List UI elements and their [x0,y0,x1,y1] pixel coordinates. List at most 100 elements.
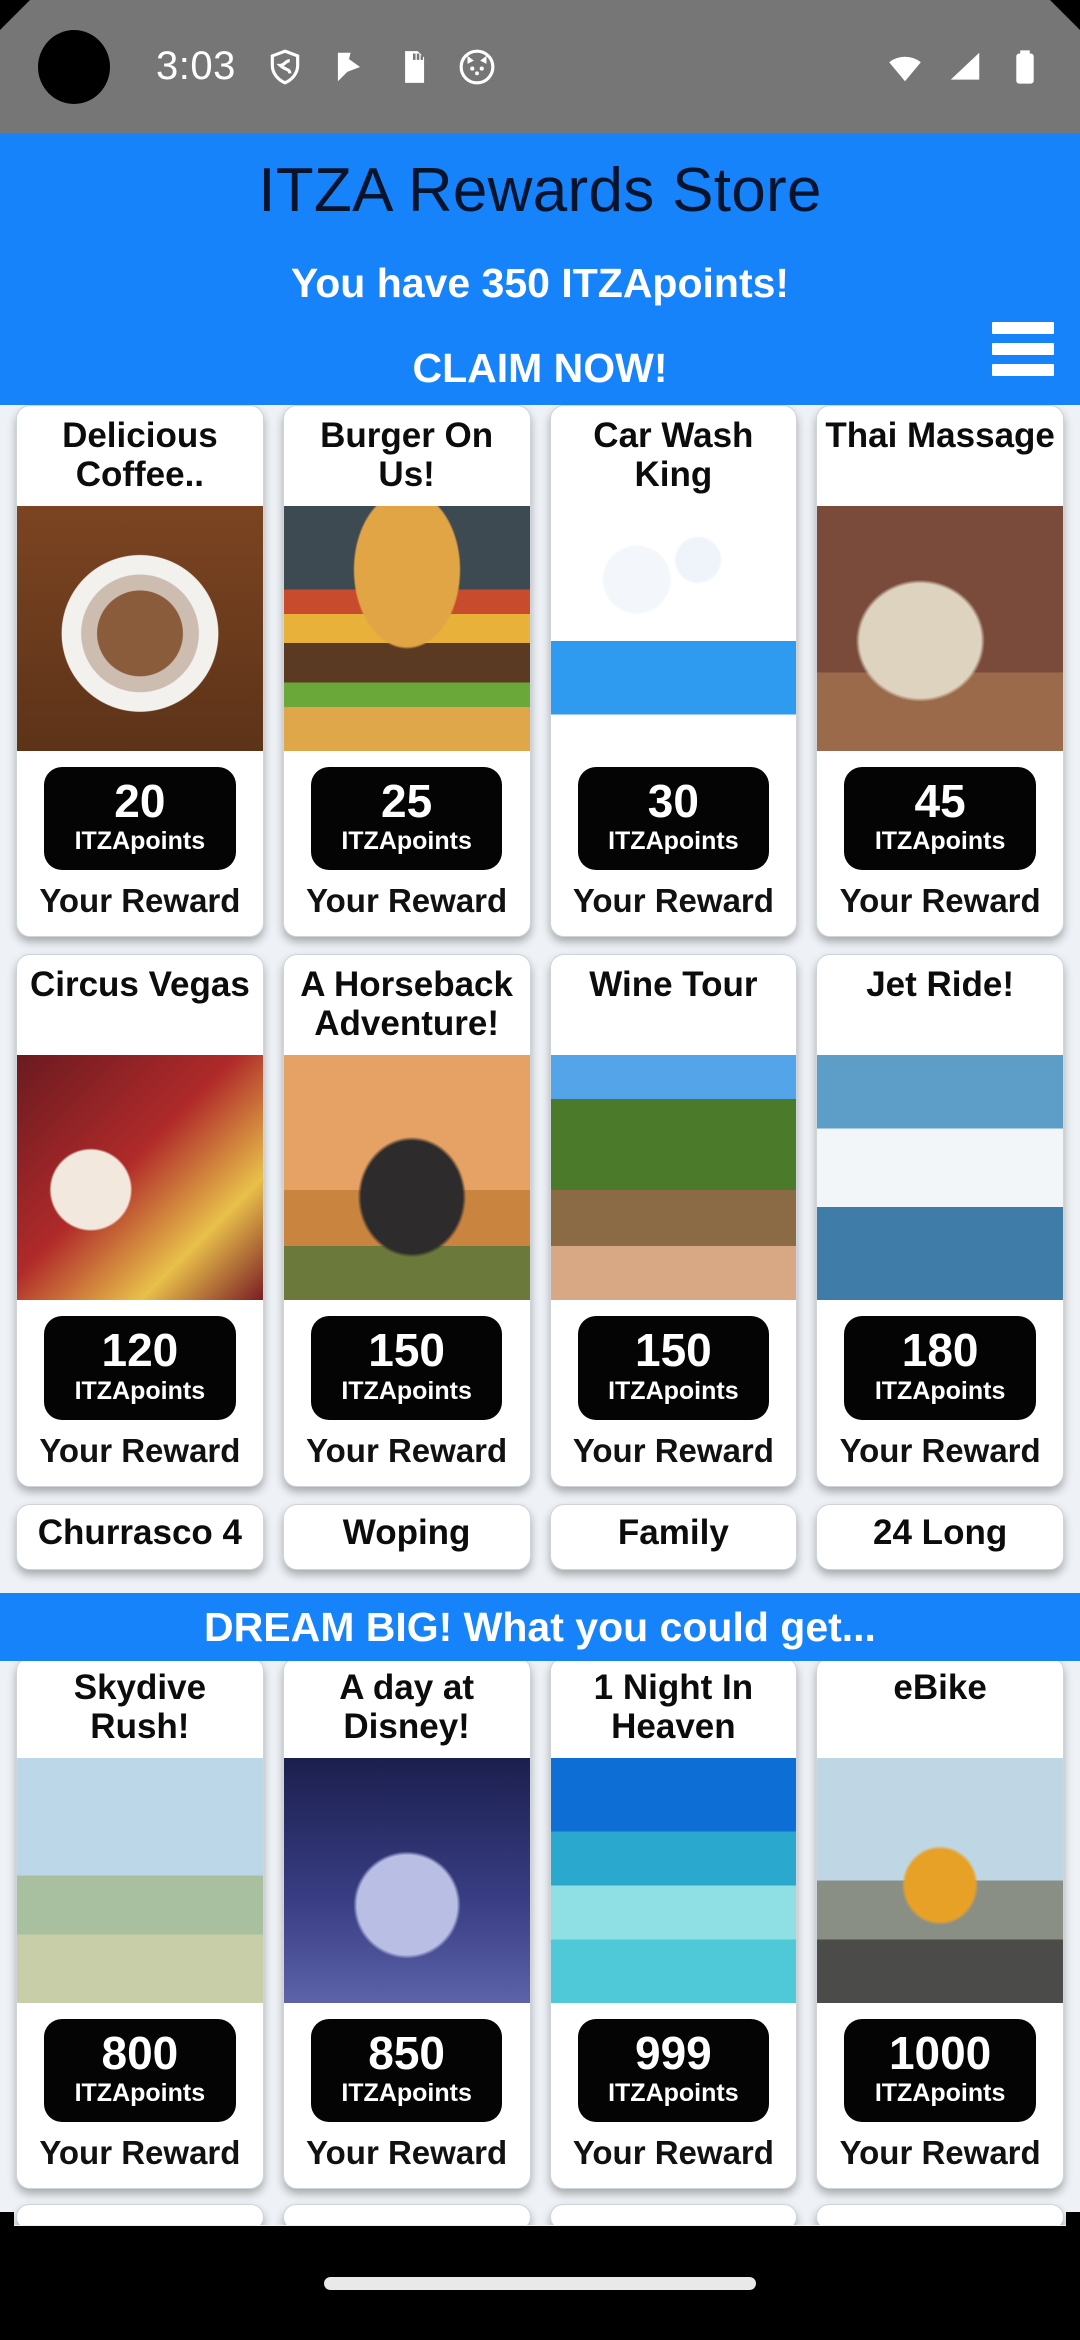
reward-card[interactable]: Woping [282,1503,531,1570]
reward-title: Wine Tour [589,965,758,1005]
reward-caption: Your Reward [306,1431,508,1469]
reward-image [550,1055,797,1301]
home-gesture-pill[interactable] [324,2276,756,2290]
reward-image [17,1757,263,2003]
screen-corner-top-right [1050,0,1080,30]
reward-card[interactable]: Family [549,1503,798,1570]
status-bar-notification-icons [266,48,496,86]
screen-corner-top-left [0,0,30,30]
reward-points-value: 30 [647,775,699,827]
reward-title: Family [617,1512,729,1552]
camera-punch-hole [38,30,110,104]
hamburger-bar-3 [992,364,1054,376]
reward-points-badge: 120 ITZApoints [44,1316,236,1420]
reward-caption: Your Reward [839,1431,1041,1469]
reward-points-unit: ITZApoints [874,1376,1006,1405]
wifi-icon [889,56,921,81]
reward-title: Jet Ride! [866,965,1015,1005]
reward-image [283,1757,530,2003]
reward-points-badge: 150 ITZApoints [310,1316,503,1420]
reward-card[interactable]: Burger On Us! 25 ITZApoints Your Reward [282,405,531,938]
rewards-scroll-area[interactable]: Delicious Coffee.. 20 ITZApoints Your Re… [0,405,1080,2225]
reward-title: Thai Massage [825,416,1055,455]
reward-title: Woping [342,1512,471,1552]
reward-points-unit: ITZApoints [341,827,472,856]
status-bar-clock: 3:03 [156,44,236,88]
reward-image [283,506,530,751]
reward-points-value: 150 [368,1324,445,1377]
reward-card[interactable]: A Horseback Adventure! 150 ITZApoints Yo… [282,954,531,1487]
reward-caption: Your Reward [39,1431,241,1469]
reward-card[interactable]: Skydive Rush! 800 ITZApoints Your Reward [16,1656,264,2189]
reward-title: A Horseback Adventure! [300,965,513,1044]
reward-points-unit: ITZApoints [341,2078,472,2107]
reward-caption: Your Reward [839,882,1041,920]
reward-image [283,1055,530,1301]
reward-points-badge: 1000 ITZApoints [844,2018,1036,2122]
reward-points-value: 1000 [888,2026,992,2079]
reward-points-badge: 180 ITZApoints [844,1316,1036,1420]
reward-points-unit: ITZApoints [341,1376,472,1405]
app-screen: 3:03 ITZA Rewards Store You have 350 ITZ… [0,0,1080,2340]
reward-card[interactable]: Churrasco 4 [16,1503,264,1570]
battery-icon [1016,49,1034,84]
status-bar-system-icons [886,48,1044,86]
reward-points-badge: 150 ITZApoints [577,1316,770,1420]
dream-big-banner: DREAM BIG! What you could get... [0,1593,1080,1661]
reward-caption: Your Reward [572,2133,774,2171]
reward-image [550,1757,797,2003]
reward-points-badge: 45 ITZApoints [844,767,1036,871]
reward-image [817,506,1063,751]
rewards-row-partial-bottom [0,2203,1080,2225]
reward-title: 1 Night In Heaven [593,1667,754,1746]
reward-card[interactable]: A day at Disney! 850 ITZApoints Your Rew… [282,1656,531,2189]
reward-card[interactable] [549,2203,798,2225]
cellular-signal-icon [950,52,980,80]
reward-title: Skydive Rush! [73,1667,207,1746]
reward-card[interactable]: 24 Long [816,1503,1064,1570]
reward-title: Delicious Coffee.. [62,416,218,495]
reward-points-unit: ITZApoints [74,827,206,856]
reward-card[interactable]: Car Wash King 30 ITZApoints Your Reward [549,405,798,938]
reward-card[interactable] [16,2203,264,2225]
reward-points-value: 45 [914,775,966,827]
reward-card[interactable] [282,2203,531,2225]
reward-card[interactable]: Delicious Coffee.. 20 ITZApoints Your Re… [16,405,264,938]
reward-card[interactable]: Circus Vegas 120 ITZApoints Your Reward [16,954,264,1487]
app-header: ITZA Rewards Store You have 350 ITZApoin… [0,133,1080,405]
reward-card[interactable]: Thai Massage 45 ITZApoints Your Reward [816,405,1064,938]
reward-points-badge: 850 ITZApoints [310,2018,503,2122]
reward-card[interactable]: 1 Night In Heaven 999 ITZApoints Your Re… [549,1656,798,2189]
reward-points-value: 999 [634,2026,712,2079]
reward-title: Circus Vegas [29,965,250,1005]
reward-title: A day at Disney! [339,1667,475,1746]
reward-image [817,1757,1063,2003]
reward-image [817,1055,1063,1301]
claim-now-link[interactable]: CLAIM NOW! [0,345,1080,392]
reward-points-value: 25 [381,775,433,827]
page-title: ITZA Rewards Store [258,156,822,225]
reward-points-value: 150 [634,1324,712,1377]
reward-points-value: 20 [114,775,166,827]
reward-caption: Your Reward [306,882,508,920]
rewards-row: Delicious Coffee.. 20 ITZApoints Your Re… [0,405,1080,938]
reward-title: eBike [893,1667,987,1707]
reward-caption: Your Reward [572,1431,774,1469]
dream-rewards-row: Skydive Rush! 800 ITZApoints Your Reward… [0,1656,1080,2189]
reward-card[interactable]: Jet Ride! 180 ITZApoints Your Reward [816,954,1064,1487]
reward-caption: Your Reward [572,882,774,920]
hamburger-menu-icon[interactable] [988,318,1058,380]
status-bar: 3:03 [0,0,1080,133]
reward-card[interactable]: eBike 1000 ITZApoints Your Reward [816,1656,1064,2189]
screen-corner-bottom-left [0,2212,14,2226]
reward-points-unit: ITZApoints [608,1376,739,1405]
reward-title: Car Wash King [593,416,754,495]
hamburger-bar-1 [992,322,1054,334]
reward-title: 24 Long [873,1512,1008,1552]
reward-points-unit: ITZApoints [74,2078,206,2107]
reward-caption: Your Reward [39,882,241,920]
reward-image [17,506,263,751]
system-navigation-bar [0,2226,1080,2340]
reward-card[interactable]: Wine Tour 150 ITZApoints Your Reward [549,954,798,1487]
reward-card[interactable] [816,2203,1064,2225]
